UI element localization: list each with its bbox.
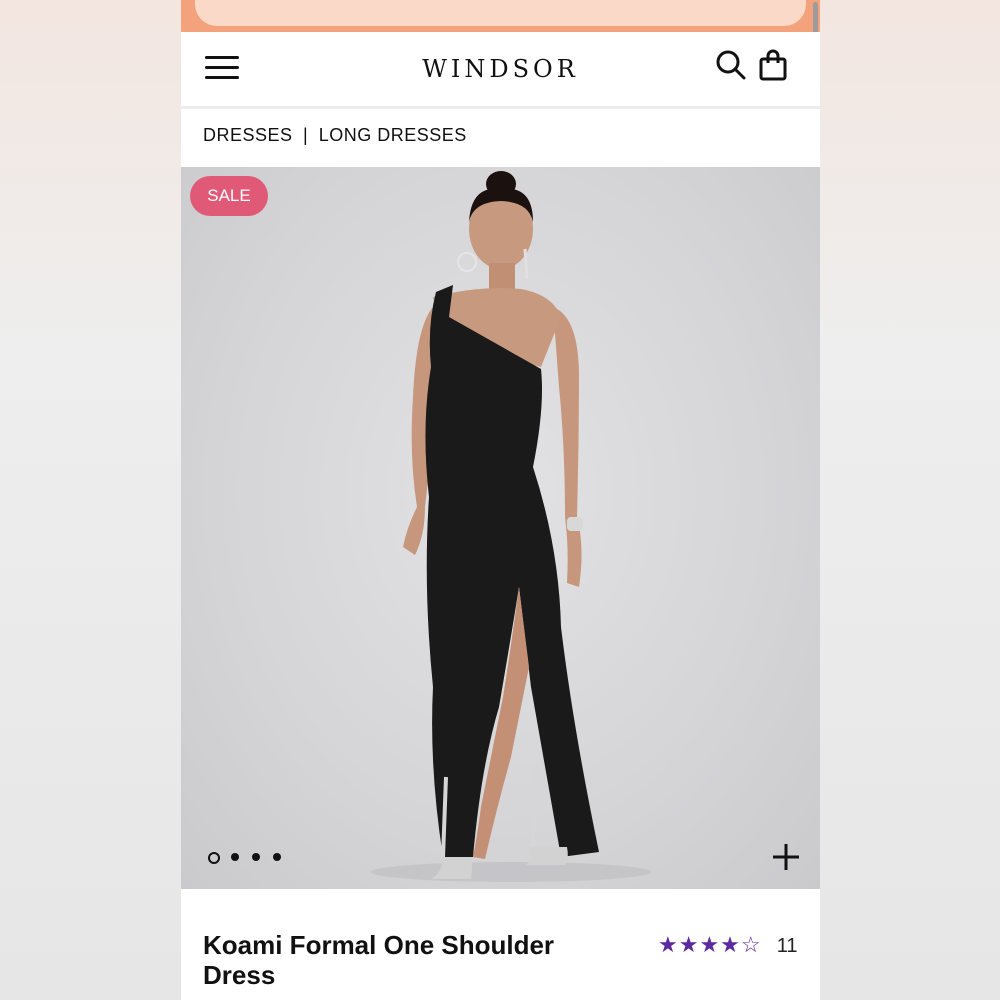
product-rating[interactable]: ★★★★☆ 11 bbox=[658, 932, 798, 962]
filled-stars: ★★★★ bbox=[658, 932, 741, 957]
carousel-dot-4[interactable] bbox=[273, 853, 281, 861]
promo-banner bbox=[181, 0, 820, 32]
rating-stars: ★★★★☆ bbox=[658, 932, 769, 957]
product-image[interactable]: SALE bbox=[181, 167, 820, 889]
site-header: windsor bbox=[181, 32, 820, 109]
plus-icon bbox=[773, 844, 799, 870]
phone-screen: windsor DRESSES | LONG DRESSES SALE Koam… bbox=[181, 0, 820, 1000]
search-icon bbox=[716, 50, 746, 80]
breadcrumb-separator: | bbox=[303, 125, 309, 145]
breadcrumb: DRESSES | LONG DRESSES bbox=[203, 125, 467, 146]
empty-star: ☆ bbox=[740, 932, 762, 957]
search-button[interactable] bbox=[713, 48, 749, 84]
carousel-dot-2[interactable] bbox=[231, 853, 239, 861]
promo-pill[interactable] bbox=[195, 0, 806, 26]
zoom-button[interactable] bbox=[771, 842, 801, 872]
breadcrumb-dresses[interactable]: DRESSES bbox=[203, 125, 293, 145]
carousel-dot-1[interactable] bbox=[208, 852, 220, 864]
sale-badge: SALE bbox=[190, 176, 268, 216]
bag-button[interactable] bbox=[757, 48, 791, 84]
product-title: Koami Formal One Shoulder Dress bbox=[203, 930, 555, 990]
bag-icon bbox=[759, 49, 787, 81]
breadcrumb-long-dresses[interactable]: LONG DRESSES bbox=[319, 125, 467, 145]
model-photo bbox=[371, 171, 651, 882]
review-count[interactable]: 11 bbox=[777, 935, 798, 957]
carousel-dot-3[interactable] bbox=[252, 853, 260, 861]
